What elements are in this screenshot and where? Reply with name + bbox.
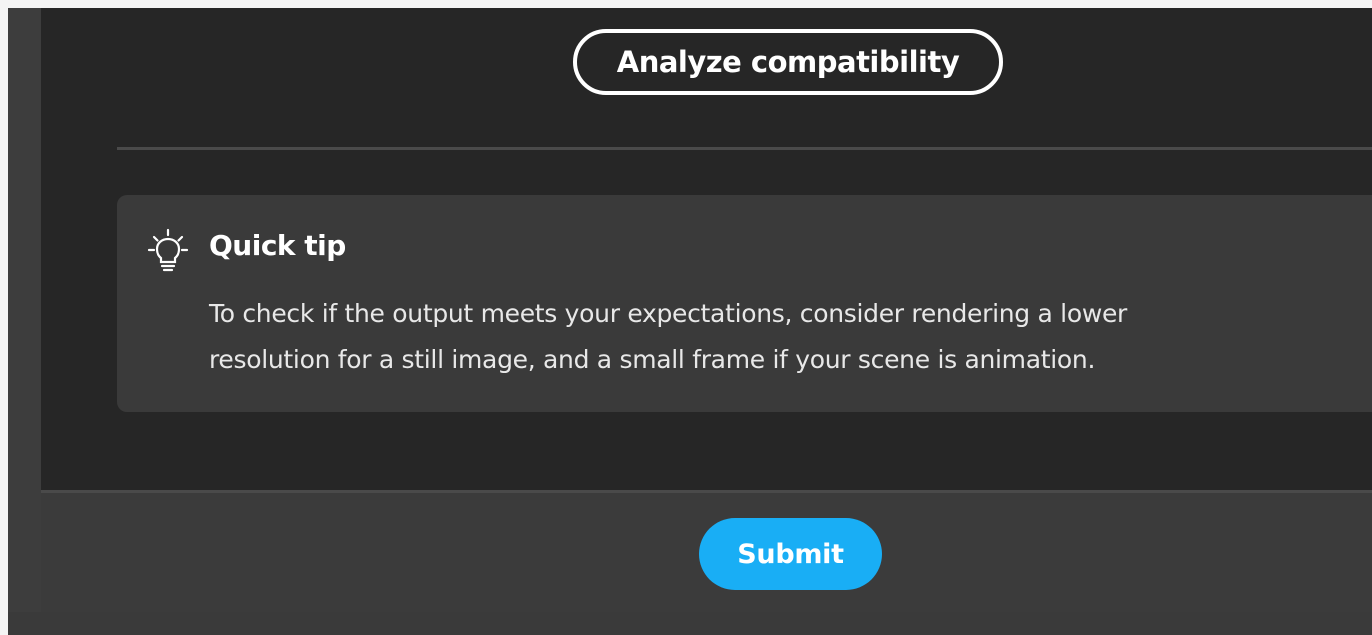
submit-button[interactable]: Submit xyxy=(699,518,882,590)
submit-label: Submit xyxy=(737,538,844,570)
quick-tip-title: Quick tip xyxy=(209,229,346,262)
quick-tip-body-line: To check if the output meets your expect… xyxy=(209,299,1128,328)
analyze-compatibility-button[interactable]: Analyze compatibility xyxy=(573,29,1003,95)
left-gutter xyxy=(8,8,41,612)
top-edge xyxy=(0,0,1372,8)
bottom-edge xyxy=(8,612,1372,635)
page: Analyze compatibility Quick tip To check… xyxy=(0,0,1372,635)
lightbulb-icon xyxy=(147,228,189,272)
footer-bar: Submit xyxy=(41,490,1372,612)
main-panel: Analyze compatibility Quick tip To check… xyxy=(41,8,1372,490)
section-divider xyxy=(117,147,1372,150)
left-edge xyxy=(0,8,8,635)
quick-tip-body-line: resolution for a still image, and a smal… xyxy=(209,345,1096,374)
quick-tip-body: To check if the output meets your expect… xyxy=(209,291,1359,383)
quick-tip-card: Quick tip To check if the output meets y… xyxy=(117,195,1372,412)
analyze-compatibility-label: Analyze compatibility xyxy=(616,45,960,79)
